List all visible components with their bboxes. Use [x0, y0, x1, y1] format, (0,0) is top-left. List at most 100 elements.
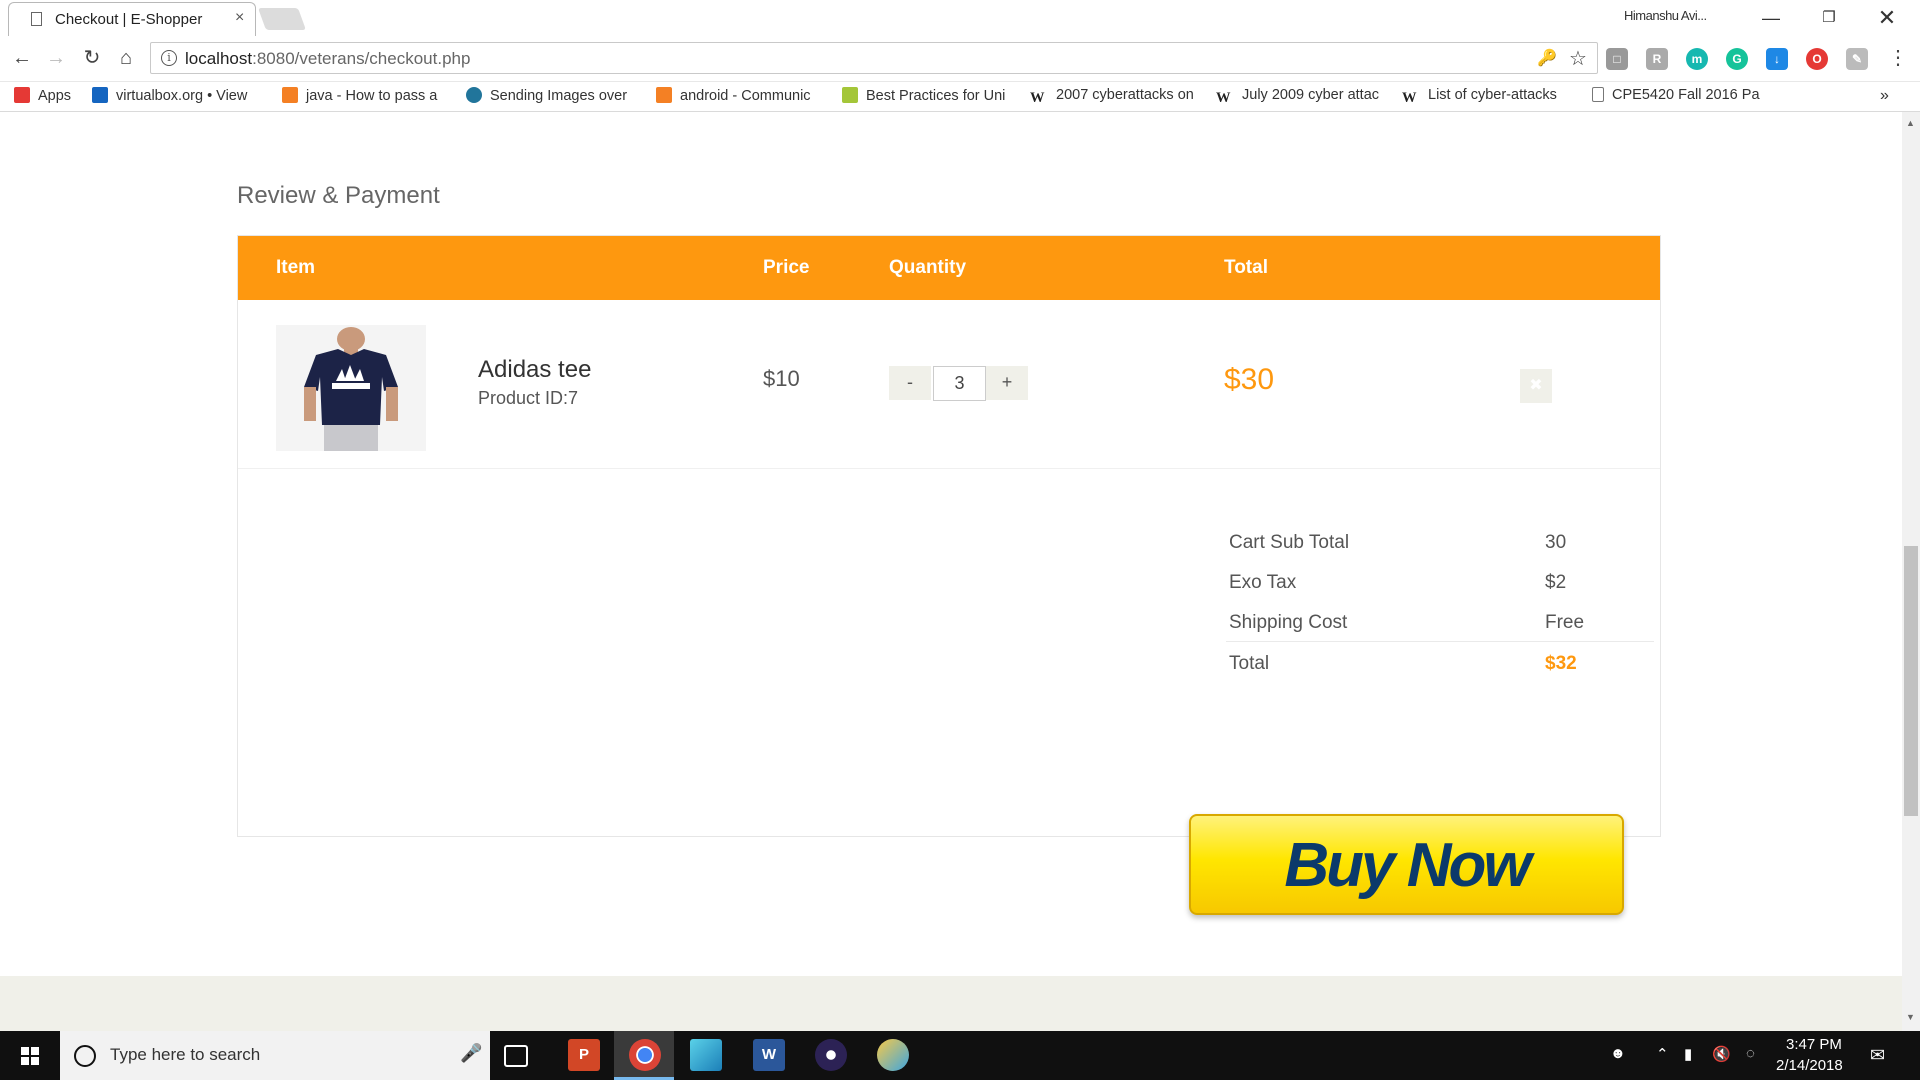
key-icon[interactable]: 🔑 — [1537, 48, 1557, 68]
bookmark-label: Sending Images over — [490, 88, 628, 104]
extension-2-icon[interactable]: R — [1646, 48, 1668, 70]
home-icon[interactable]: ⌂ — [112, 44, 140, 72]
address-bar[interactable]: i localhost:8080/veterans/checkout.php 🔑… — [150, 42, 1598, 74]
wifi-icon[interactable]: ◌ — [1746, 1045, 1755, 1062]
page-footer — [0, 976, 1902, 1031]
download-icon[interactable]: ↓ — [1766, 48, 1788, 70]
quantity-decrease-button[interactable]: - — [889, 366, 931, 400]
android-icon — [842, 87, 858, 103]
windows-icon — [21, 1047, 39, 1065]
line-total: $30 — [1224, 363, 1275, 396]
quantity-input[interactable]: 3 — [933, 366, 986, 401]
extension-1-icon[interactable]: □ — [1606, 48, 1628, 70]
tshirt-image — [276, 325, 426, 451]
bookmark-label: CPE5420 Fall 2016 Pa — [1612, 87, 1760, 103]
extension-7-icon[interactable]: ✎ — [1846, 48, 1868, 70]
bookmark-item[interactable]: android - Communic — [656, 87, 828, 104]
browser-tab[interactable]: Checkout | E-Shopper × — [8, 2, 256, 36]
header-quantity: Quantity — [889, 257, 967, 278]
product-image[interactable] — [276, 325, 426, 451]
grammarly-icon[interactable]: G — [1726, 48, 1748, 70]
profile-name[interactable]: Himanshu Avi... — [1624, 8, 1707, 23]
summary-value-tax: $2 — [1545, 572, 1567, 593]
start-button[interactable] — [0, 1031, 60, 1080]
browser-toolbar: ← → ↻ ⌂ i localhost:8080/veterans/checko… — [0, 36, 1920, 82]
scroll-up-icon[interactable]: ▲ — [1906, 118, 1915, 128]
bookmark-apps[interactable]: Apps — [14, 87, 84, 104]
minimize-icon[interactable]: — — [1748, 4, 1794, 32]
powerpoint-icon[interactable]: P — [568, 1039, 600, 1071]
bookmark-item[interactable]: CPE5420 Fall 2016 Pa — [1592, 87, 1762, 103]
quantity-increase-button[interactable]: + — [986, 366, 1028, 400]
bookmarks-overflow-button[interactable]: » — [1880, 87, 1889, 105]
product-name[interactable]: Adidas tee — [478, 356, 591, 384]
forward-icon[interactable]: → — [42, 44, 70, 72]
restore-icon[interactable]: ❐ — [1806, 4, 1852, 32]
page-title: Review & Payment — [237, 182, 440, 209]
show-hidden-icons[interactable]: ⌃ — [1656, 1045, 1669, 1063]
scroll-down-icon[interactable]: ▼ — [1906, 1012, 1915, 1022]
chrome-icon[interactable] — [629, 1039, 661, 1071]
notepad-app-icon[interactable] — [690, 1039, 722, 1071]
reload-icon[interactable]: ↻ — [78, 44, 106, 72]
action-center-icon[interactable]: ✉ — [1870, 1045, 1885, 1066]
window-close-icon[interactable]: ✕ — [1864, 4, 1910, 32]
url-text: localhost:8080/veterans/checkout.php — [185, 49, 470, 69]
document-icon — [31, 12, 42, 26]
clock-date[interactable]: 2/14/2018 — [1776, 1057, 1843, 1074]
bookmark-label: Apps — [38, 88, 72, 104]
delete-item-icon[interactable]: ✖ — [1520, 369, 1552, 403]
taskbar-search-box[interactable]: Type here to search 🎤 — [60, 1031, 490, 1080]
bookmark-label: July 2009 cyber attac — [1242, 87, 1380, 103]
summary-label-total: Total — [1229, 653, 1270, 674]
tab-title: Checkout | E-Shopper — [55, 11, 203, 28]
extension-3-icon[interactable]: m — [1686, 48, 1708, 70]
opera-icon[interactable]: O — [1806, 48, 1828, 70]
info-icon[interactable]: i — [161, 50, 177, 66]
windows-taskbar: Type here to search 🎤 P W ☻ ⌃ ▮ 🔇 ◌ 3:47… — [0, 1031, 1920, 1080]
bookmark-label: 2007 cyberattacks on — [1056, 87, 1194, 103]
menu-icon[interactable]: ⋮ — [1884, 44, 1912, 72]
microphone-icon[interactable]: 🎤 — [460, 1043, 482, 1064]
task-view-icon[interactable] — [504, 1045, 528, 1067]
volume-muted-icon[interactable]: 🔇 — [1712, 1045, 1731, 1063]
battery-icon[interactable]: ▮ — [1684, 1045, 1692, 1063]
stackoverflow-icon — [656, 87, 672, 103]
bookmark-label: List of cyber-attacks — [1428, 87, 1557, 103]
bookmark-item[interactable]: W July 2009 cyber attac — [1216, 87, 1388, 106]
summary-divider — [1226, 641, 1654, 642]
document-icon — [1592, 87, 1604, 102]
clock-time[interactable]: 3:47 PM — [1786, 1036, 1842, 1053]
word-icon[interactable]: W — [753, 1039, 785, 1071]
summary-value-total: $32 — [1545, 653, 1577, 674]
scrollbar-thumb[interactable] — [1904, 546, 1918, 816]
page-scrollbar[interactable]: ▲ ▼ — [1902, 112, 1920, 1031]
bookmark-item[interactable]: Sending Images over — [466, 87, 636, 104]
back-icon[interactable]: ← — [8, 44, 36, 72]
bookmark-label: virtualbox.org • View — [116, 88, 248, 104]
buy-now-button[interactable]: Buy Now — [1189, 814, 1624, 915]
cortana-icon — [74, 1045, 96, 1067]
summary-label-shipping: Shipping Cost — [1229, 612, 1348, 633]
cart-table: Item Price Quantity Total Adidas tee Pro… — [237, 235, 1661, 837]
page-content: Review & Payment Item Price Quantity Tot… — [0, 112, 1902, 1031]
bookmark-item[interactable]: virtualbox.org • View — [92, 87, 260, 104]
url-host: localhost — [185, 49, 253, 68]
cart-header-row: Item Price Quantity Total — [238, 236, 1660, 300]
summary-label-subtotal: Cart Sub Total — [1229, 532, 1350, 553]
buy-now-label: Buy Now — [1284, 831, 1531, 900]
wordpress-icon — [466, 87, 482, 103]
bookmark-item[interactable]: Best Practices for Uni — [842, 87, 1014, 104]
bookmark-item[interactable]: java - How to pass a — [282, 87, 450, 104]
summary-value-subtotal: 30 — [1545, 532, 1567, 553]
bookmark-item[interactable]: W 2007 cyberattacks on — [1030, 87, 1202, 106]
bookmark-item[interactable]: W List of cyber-attacks — [1402, 87, 1572, 106]
new-tab-button[interactable] — [257, 8, 307, 30]
bookmark-star-icon[interactable]: ☆ — [1569, 46, 1587, 71]
tab-close-icon[interactable]: × — [235, 9, 244, 27]
header-total: Total — [1224, 257, 1268, 278]
people-icon[interactable]: ☻ — [1610, 1045, 1626, 1062]
eclipse-icon[interactable] — [815, 1039, 847, 1071]
paint-icon[interactable] — [877, 1039, 909, 1071]
url-path: :8080/veterans/checkout.php — [252, 49, 471, 68]
